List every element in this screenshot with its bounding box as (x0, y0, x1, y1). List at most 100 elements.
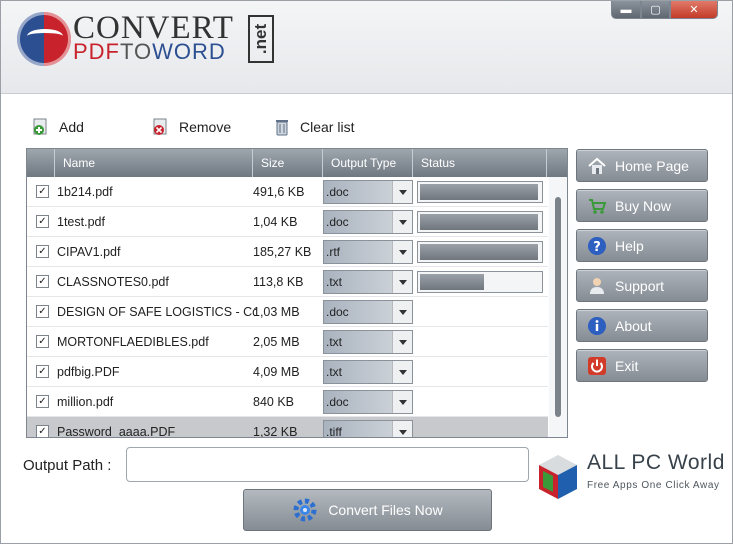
convert-files-label: Convert Files Now (328, 502, 443, 518)
add-label: Add (59, 119, 84, 135)
watermark-title: ALL PC World (587, 451, 725, 474)
table-row[interactable]: ✓ Password_aaaa.PDF 1,32 KB .tiff (27, 417, 548, 438)
file-size: 1,32 KB (253, 425, 298, 438)
file-size: 2,05 MB (253, 335, 300, 349)
output-type-value: .doc (326, 185, 349, 199)
chevron-down-icon (392, 301, 412, 323)
output-type-select[interactable]: .txt (323, 270, 413, 294)
table-row[interactable]: ✓ CLASSNOTES0.pdf 113,8 KB .txt (27, 267, 548, 297)
row-checkbox[interactable]: ✓ (36, 275, 49, 288)
status-progress-bar (417, 211, 543, 233)
chevron-down-icon (392, 271, 412, 293)
buy-now-button[interactable]: Buy Now (576, 189, 708, 222)
file-size: 840 KB (253, 395, 295, 409)
logo-net-badge: .net (248, 15, 274, 63)
chevron-down-icon (392, 391, 412, 413)
output-type-select[interactable]: .doc (323, 210, 413, 234)
row-checkbox[interactable]: ✓ (36, 425, 49, 437)
file-name: million.pdf (57, 395, 114, 409)
about-button[interactable]: About (576, 309, 708, 342)
watermark-subtitle: Free Apps One Click Away (587, 480, 720, 491)
convert-files-button[interactable]: Convert Files Now (243, 489, 492, 531)
output-type-select[interactable]: .tiff (323, 420, 413, 438)
table-row[interactable]: ✓ MORTONFLAEDIBLES.pdf 2,05 MB .txt (27, 327, 548, 357)
file-size: 491,6 KB (253, 185, 305, 199)
watermark: ALL PC World Free Apps One Click Away (537, 451, 732, 507)
row-checkbox[interactable]: ✓ (36, 335, 49, 348)
output-type-select[interactable]: .txt (323, 330, 413, 354)
row-checkbox[interactable]: ✓ (36, 395, 49, 408)
header-name[interactable]: Name (55, 149, 253, 177)
file-size: 113,8 KB (253, 275, 304, 289)
file-name: Password_aaaa.PDF (57, 425, 176, 438)
home-page-button[interactable]: Home Page (576, 149, 708, 182)
header-status[interactable]: Status (413, 149, 547, 177)
progress-fill (420, 244, 538, 260)
status-progress-bar (417, 241, 543, 263)
maximize-button[interactable]: ▢ (641, 1, 670, 19)
file-name: MORTONFLAEDIBLES.pdf (57, 335, 209, 349)
help-button[interactable]: ? Help (576, 229, 708, 262)
support-button[interactable]: Support (576, 269, 708, 302)
output-type-value: .rtf (326, 245, 340, 259)
status-progress-bar (417, 271, 543, 293)
output-path-input[interactable] (126, 447, 529, 482)
file-size: 1,04 KB (253, 215, 298, 229)
row-checkbox[interactable]: ✓ (36, 185, 49, 198)
help-label: Help (615, 237, 644, 254)
vertical-scrollbar[interactable] (549, 177, 567, 437)
table-row[interactable]: ✓ 1b214.pdf 491,6 KB .doc (27, 177, 548, 207)
row-checkbox[interactable]: ✓ (36, 365, 49, 378)
row-checkbox[interactable]: ✓ (36, 305, 49, 318)
file-size: 185,27 KB (253, 245, 312, 259)
logo-text-to: TO (120, 39, 153, 64)
scrollbar-thumb[interactable] (555, 197, 561, 417)
minimize-button[interactable]: ▬ (611, 1, 641, 19)
header-output-type[interactable]: Output Type (323, 149, 413, 177)
output-type-value: .doc (326, 395, 349, 409)
support-label: Support (615, 277, 665, 294)
add-button[interactable]: Add (31, 116, 84, 138)
header-size[interactable]: Size (253, 149, 323, 177)
watermark-cube-icon (537, 453, 579, 501)
table-row[interactable]: ✓ DESIGN OF SAFE LOGISTICS - Copy.pdf1,03… (27, 297, 548, 327)
remove-file-icon (151, 117, 171, 137)
power-icon (587, 356, 607, 376)
chevron-down-icon (392, 331, 412, 353)
chevron-down-icon (392, 181, 412, 203)
close-button[interactable]: ✕ (670, 1, 718, 19)
header: CONVERT PDFTOWORD .net ▬ ▢ ✕ (1, 1, 732, 94)
file-name: pdfbig.PDF (57, 365, 120, 379)
logo-text-pdftoword: PDFTOWORD (73, 39, 226, 65)
gear-icon (292, 497, 318, 523)
output-type-select[interactable]: .txt (323, 360, 413, 384)
trash-icon (272, 117, 292, 137)
app-window: CONVERT PDFTOWORD .net ▬ ▢ ✕ Add Remove … (0, 0, 733, 544)
output-type-select[interactable]: .rtf (323, 240, 413, 264)
output-type-value: .txt (326, 365, 343, 379)
table-row[interactable]: ✓ million.pdf 840 KB .doc (27, 387, 548, 417)
output-type-select[interactable]: .doc (323, 390, 413, 414)
exit-button[interactable]: Exit (576, 349, 708, 382)
output-type-select[interactable]: .doc (323, 180, 413, 204)
header-checkbox-column (27, 149, 55, 177)
logo-swoosh (27, 29, 63, 43)
buy-now-label: Buy Now (615, 197, 672, 214)
row-checkbox[interactable]: ✓ (36, 245, 49, 258)
file-list: Name Size Output Type Status ✓ 1b214.pdf 4… (26, 148, 568, 438)
clear-list-button[interactable]: Clear list (272, 116, 354, 138)
output-type-value: .tiff (326, 425, 342, 438)
remove-button[interactable]: Remove (151, 116, 231, 138)
table-row[interactable]: ✓ CIPAV1.pdf 185,27 KB .rtf (27, 237, 548, 267)
table-row[interactable]: ✓ 1test.pdf 1,04 KB .doc (27, 207, 548, 237)
logo-text-pdf: PDF (73, 39, 120, 64)
progress-fill (420, 274, 484, 290)
row-checkbox[interactable]: ✓ (36, 215, 49, 228)
cart-icon (587, 196, 607, 216)
output-type-select[interactable]: .doc (323, 300, 413, 324)
table-row[interactable]: ✓ pdfbig.PDF 4,09 MB .txt (27, 357, 548, 387)
progress-fill (420, 184, 538, 200)
progress-fill (420, 214, 538, 230)
output-path-label: Output Path : (23, 457, 112, 474)
file-name: 1test.pdf (57, 215, 105, 229)
